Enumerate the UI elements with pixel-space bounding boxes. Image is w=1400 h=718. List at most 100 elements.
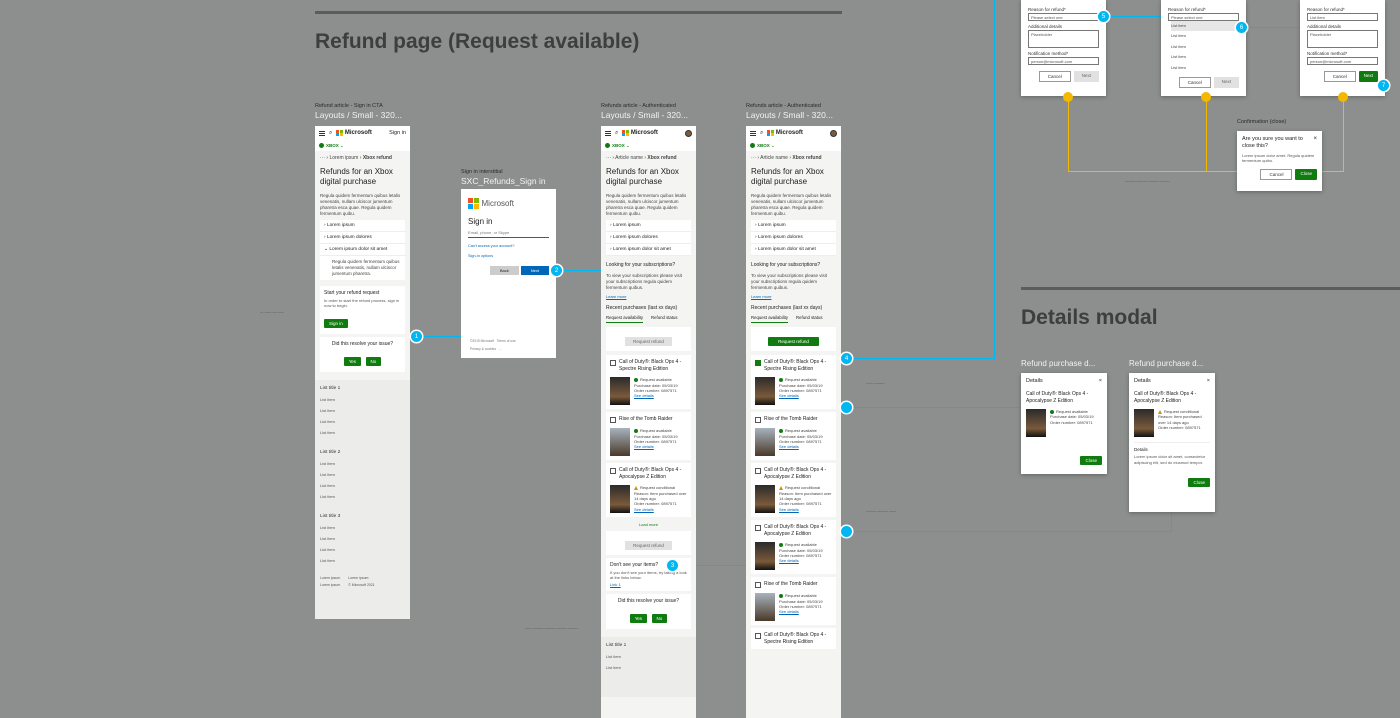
accordion-item[interactable]: › Lorem ipsum <box>606 220 691 233</box>
list-item[interactable]: List item <box>315 480 410 491</box>
close-button[interactable]: Close <box>1295 169 1317 181</box>
close-icon[interactable]: × <box>1207 378 1210 384</box>
search-icon[interactable]: ⌕ <box>329 130 332 137</box>
sign-in-link[interactable]: Sign in <box>389 130 406 136</box>
close-button[interactable]: Close <box>1188 478 1210 488</box>
accordion-item-expanded[interactable]: ⌄ Lorem ipsum dolor sit amet <box>320 244 405 257</box>
next-button[interactable]: Next <box>1358 71 1378 82</box>
breadcrumb-item[interactable]: Article name <box>615 155 643 161</box>
close-icon[interactable]: × <box>1313 136 1317 150</box>
accordion-item[interactable]: › Lorem ipsum <box>320 220 405 233</box>
list-item[interactable]: List item <box>315 405 410 416</box>
help-link[interactable]: Link 1 <box>610 582 687 587</box>
avatar[interactable] <box>830 129 837 137</box>
footer-link[interactable]: Lorem ipsum <box>320 583 340 587</box>
see-details-link[interactable]: See details <box>634 507 687 512</box>
more-link[interactable]: ... <box>499 347 502 351</box>
accordion-item[interactable]: › Lorem ipsum dolores <box>606 232 691 245</box>
microsoft-logo[interactable]: Microsoft <box>336 129 372 137</box>
see-details-link[interactable]: See details <box>779 558 823 563</box>
menu-icon[interactable] <box>605 130 611 136</box>
close-button[interactable]: Close <box>1080 456 1102 465</box>
footer-link[interactable]: Lorem ipsum <box>348 576 368 580</box>
list-item[interactable]: List item <box>315 469 410 480</box>
next-button[interactable]: Next <box>1073 71 1099 82</box>
email-input[interactable]: person@microsoft.com <box>1028 57 1099 65</box>
sign-in-button[interactable]: Sign in <box>324 319 348 329</box>
list-item[interactable]: List item <box>315 394 410 405</box>
list-item[interactable]: List item <box>315 491 410 502</box>
tab-refund-status[interactable]: Refund status <box>796 315 823 323</box>
email-input[interactable]: person@microsoft.com <box>1307 57 1378 65</box>
xbox-nav[interactable]: XBOX ⌄ <box>601 140 696 151</box>
item-checkbox[interactable] <box>755 582 761 589</box>
tab-request-availability[interactable]: Request availability <box>751 315 789 324</box>
reason-select[interactable]: Please select one <box>1168 13 1239 21</box>
breadcrumb-item[interactable]: Lorem ipsum <box>329 155 358 161</box>
load-more-link[interactable]: Load more <box>601 520 696 529</box>
reason-select[interactable]: List item <box>1307 13 1378 21</box>
no-button[interactable]: No <box>365 357 382 367</box>
back-button[interactable]: Back <box>489 265 519 275</box>
tab-request-availability[interactable]: Request availability <box>606 315 644 324</box>
accordion-item[interactable]: › Lorem ipsum <box>751 220 836 233</box>
search-icon[interactable]: ⌕ <box>760 130 763 137</box>
list-item[interactable]: List item <box>315 416 410 427</box>
menu-icon[interactable] <box>750 130 756 136</box>
item-checkbox-checked[interactable] <box>755 360 761 367</box>
footer-link[interactable]: Lorem ipsum <box>320 576 340 580</box>
cancel-button[interactable]: Cancel <box>1323 71 1356 82</box>
close-icon[interactable]: × <box>1099 378 1102 384</box>
list-item[interactable]: List item <box>315 555 410 566</box>
accordion-item[interactable]: › Lorem ipsum dolor sit amet <box>606 244 691 257</box>
see-details-link[interactable]: See details <box>779 609 823 614</box>
email-field[interactable]: Email, phone, or Skype <box>468 230 549 238</box>
item-checkbox[interactable] <box>610 468 616 475</box>
dropdown-option[interactable]: List item <box>1171 21 1239 32</box>
dropdown-option[interactable]: List item <box>1171 31 1239 41</box>
see-details-link[interactable]: See details <box>634 393 678 398</box>
privacy-link[interactable]: Privacy & cookies <box>470 347 496 351</box>
next-button[interactable]: Next <box>520 265 549 275</box>
see-details-link[interactable]: See details <box>779 444 823 449</box>
item-checkbox[interactable] <box>755 633 761 640</box>
accordion-item[interactable]: › Lorem ipsum dolores <box>320 232 405 245</box>
search-icon[interactable]: ⌕ <box>615 130 618 137</box>
item-checkbox[interactable] <box>755 417 761 424</box>
list-item[interactable]: List item <box>601 651 696 662</box>
request-refund-button[interactable]: Request refund <box>625 337 672 347</box>
microsoft-logo[interactable]: Microsoft <box>767 129 803 137</box>
breadcrumb-item[interactable]: Article name <box>760 155 788 161</box>
cancel-button[interactable]: Cancel <box>1260 169 1293 181</box>
list-item[interactable]: List item <box>315 533 410 544</box>
list-item[interactable]: List item <box>315 458 410 469</box>
item-checkbox[interactable] <box>610 417 616 424</box>
accordion-item[interactable]: › Lorem ipsum dolores <box>751 232 836 245</box>
item-checkbox[interactable] <box>610 360 616 367</box>
list-item[interactable]: List item <box>601 662 696 673</box>
cancel-button[interactable]: Cancel <box>1038 71 1071 82</box>
dropdown-option[interactable]: List item <box>1171 63 1239 73</box>
yes-button[interactable]: Yes <box>629 614 648 624</box>
next-button[interactable]: Next <box>1213 76 1239 88</box>
list-item[interactable]: List item <box>315 544 410 555</box>
item-checkbox[interactable] <box>755 525 761 532</box>
terms-link[interactable]: Terms of use <box>497 339 516 343</box>
sign-in-options-link[interactable]: Sign-in options <box>461 248 556 258</box>
tab-refund-status[interactable]: Refund status <box>651 315 678 323</box>
avatar[interactable] <box>685 129 692 137</box>
accordion-item[interactable]: › Lorem ipsum dolor sit amet <box>751 244 836 257</box>
xbox-nav[interactable]: XBOX ⌄ <box>315 140 410 151</box>
cancel-button[interactable]: Cancel <box>1178 76 1211 88</box>
yes-button[interactable]: Yes <box>343 357 362 367</box>
reason-select[interactable]: Please select one <box>1028 13 1099 21</box>
details-input[interactable]: Placeholder <box>1307 30 1378 48</box>
dropdown-option[interactable]: List item <box>1171 52 1239 62</box>
cant-access-link[interactable]: Can't access your account? <box>461 238 556 248</box>
see-details-link[interactable]: See details <box>779 393 823 398</box>
dropdown-option[interactable]: List item <box>1171 42 1239 52</box>
no-button[interactable]: No <box>651 614 668 624</box>
xbox-nav[interactable]: XBOX ⌄ <box>746 140 841 151</box>
see-details-link[interactable]: See details <box>779 507 832 512</box>
request-refund-button[interactable]: Request refund <box>625 541 672 551</box>
